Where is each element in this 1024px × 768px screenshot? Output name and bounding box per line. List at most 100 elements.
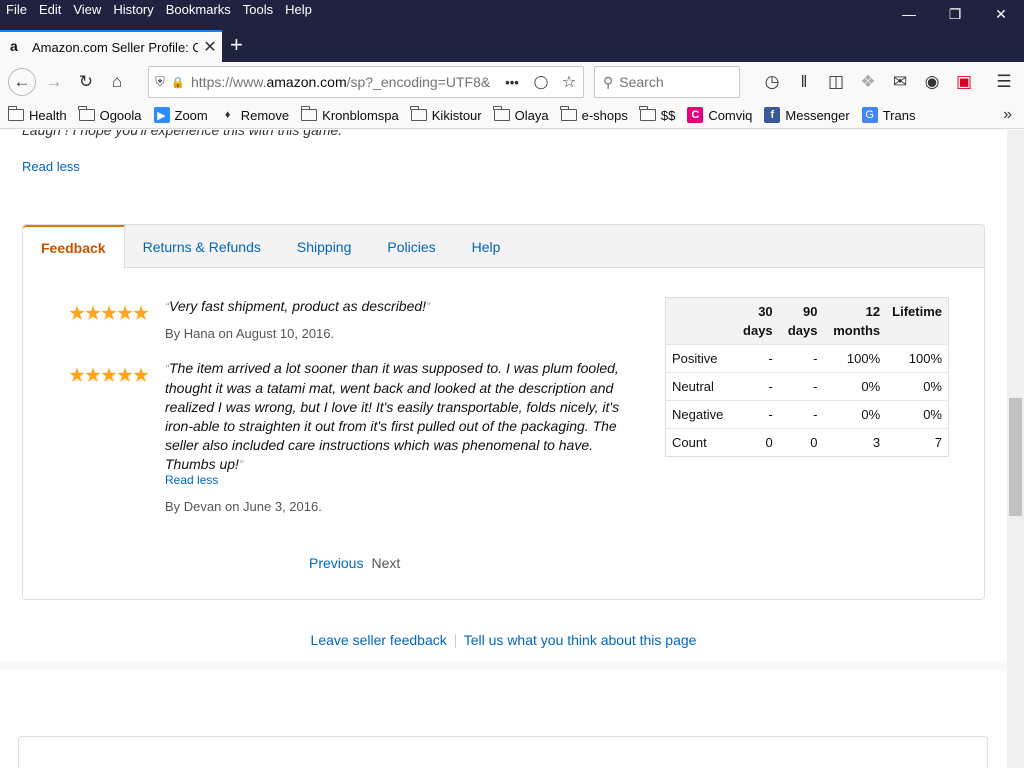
- row-label: Count: [665, 428, 734, 457]
- minimize-icon[interactable]: —: [886, 0, 932, 28]
- page-feedback-link[interactable]: Tell us what you think about this page: [464, 632, 697, 648]
- previous-page-link[interactable]: Previous: [309, 555, 363, 571]
- star-icon: [101, 305, 117, 321]
- bookmark-e-shops[interactable]: e-shops: [560, 106, 628, 123]
- footer-links: Leave seller feedback Tell us what you th…: [0, 632, 1007, 649]
- url-bar[interactable]: ⛨ 🔒 https://www.amazon.com/sp?_encoding=…: [148, 66, 584, 98]
- search-input[interactable]: ⚲ Search: [594, 66, 740, 98]
- menu-history[interactable]: History: [107, 0, 159, 22]
- bookmark-kronblomspa[interactable]: Kronblomspa: [300, 106, 399, 123]
- hamburger-menu-icon[interactable]: ☰: [992, 70, 1016, 94]
- feedback-ratings-table: 30 days 90 days 12 months Lifetime Posit…: [665, 297, 949, 457]
- bookmark-star-icon[interactable]: ☆: [555, 72, 583, 92]
- table-header: 30 days: [733, 297, 779, 345]
- tab-feedback[interactable]: Feedback: [23, 225, 125, 269]
- folder-icon: [560, 106, 577, 121]
- back-icon[interactable]: ←: [8, 68, 36, 96]
- scrollbar-thumb[interactable]: [1009, 398, 1022, 516]
- menu-file[interactable]: File: [0, 0, 33, 22]
- menu-edit[interactable]: Edit: [33, 0, 67, 22]
- table-cell: -: [733, 344, 779, 373]
- table-cell: -: [778, 344, 824, 373]
- url-text[interactable]: https://www.amazon.com/sp?_encoding=UTF8…: [185, 74, 497, 90]
- table-cell: -: [733, 400, 779, 429]
- mail-icon[interactable]: ✉: [888, 70, 912, 94]
- menu-tools[interactable]: Tools: [237, 0, 279, 22]
- bookmarks-overflow-icon[interactable]: »: [1003, 106, 1012, 124]
- bookmark-health[interactable]: Health: [7, 106, 67, 123]
- scrollbar[interactable]: [1007, 130, 1024, 768]
- row-label: Negative: [665, 400, 734, 429]
- star-icon: [69, 367, 85, 383]
- pagination: Previous Next: [309, 555, 400, 571]
- account-icon[interactable]: ◉: [920, 70, 944, 94]
- folder-icon: [300, 106, 318, 121]
- bookmark-zoom[interactable]: ▶ Zoom: [153, 107, 208, 123]
- star-icon: [133, 305, 149, 321]
- star-icon: [117, 367, 133, 383]
- facebook-icon: f: [764, 107, 781, 123]
- bookmark-money[interactable]: $$: [639, 106, 675, 123]
- leave-seller-feedback-link[interactable]: Leave seller feedback: [311, 632, 447, 648]
- menu-view[interactable]: View: [67, 0, 107, 22]
- page-content: Laugh ! I hope you'll experience this wi…: [0, 130, 1024, 768]
- table-row: Count 0 0 3 7: [665, 428, 949, 457]
- bookmark-ogoola[interactable]: Ogoola: [78, 106, 142, 123]
- bookmark-remove[interactable]: ♦ Remove: [220, 107, 289, 123]
- close-tab-icon[interactable]: ✕: [198, 37, 222, 57]
- window-titlebar: File Edit View History Bookmarks Tools H…: [0, 0, 1024, 30]
- row-label: Positive: [665, 344, 734, 373]
- comviq-icon: C: [687, 107, 704, 123]
- tab-shipping[interactable]: Shipping: [279, 225, 370, 268]
- pocket-extension-icon[interactable]: ▣: [952, 70, 976, 94]
- lock-icon[interactable]: 🔒: [171, 76, 185, 89]
- feedback-item: “Very fast shipment, product as describe…: [69, 297, 649, 347]
- tab-returns-refunds[interactable]: Returns & Refunds: [125, 225, 279, 268]
- forward-icon[interactable]: →: [42, 70, 66, 94]
- window-controls: — ❐ ✕: [886, 0, 1024, 28]
- star-icon: [85, 305, 101, 321]
- bookmark-comviq[interactable]: C Comviq: [687, 107, 752, 123]
- bookmark-trans[interactable]: G Trans: [861, 107, 915, 123]
- table-row: Positive - - 100% 100%: [665, 344, 949, 373]
- bookmark-messenger[interactable]: f Messenger: [764, 107, 850, 123]
- search-placeholder: Search: [619, 74, 664, 90]
- sidebar-icon[interactable]: ◫: [824, 70, 848, 94]
- menu-help[interactable]: Help: [279, 0, 318, 22]
- close-icon[interactable]: ✕: [978, 0, 1024, 28]
- divider: [0, 660, 1007, 672]
- zoom-icon: ▶: [153, 107, 170, 123]
- tab-policies[interactable]: Policies: [369, 225, 453, 268]
- reload-icon[interactable]: ↻: [74, 70, 98, 94]
- pocket-icon[interactable]: ◯: [527, 74, 555, 90]
- search-icon: ⚲: [603, 73, 614, 90]
- read-less-link[interactable]: Read less: [22, 159, 80, 174]
- feedback-text: “Very fast shipment, product as describe…: [165, 298, 431, 314]
- folder-icon: [493, 106, 510, 121]
- folder-icon: [78, 106, 95, 121]
- folder-icon: [7, 106, 24, 121]
- restore-icon[interactable]: ❐: [932, 0, 978, 28]
- menu-bookmarks[interactable]: Bookmarks: [160, 0, 237, 22]
- tab-help[interactable]: Help: [454, 225, 519, 268]
- folder-icon: [639, 106, 656, 121]
- table-cell: 100%: [823, 344, 887, 373]
- home-icon[interactable]: ⌂: [105, 70, 129, 94]
- extension-icon[interactable]: ❖: [856, 70, 880, 94]
- bottom-panel: [18, 736, 988, 768]
- read-less-link[interactable]: Read less: [165, 473, 218, 487]
- bookmark-olaya[interactable]: Olaya: [493, 106, 549, 123]
- shield-icon[interactable]: ⛨: [149, 74, 171, 90]
- star-rating: [69, 305, 149, 321]
- page-actions-icon[interactable]: •••: [497, 75, 527, 90]
- history-icon[interactable]: ◷: [760, 70, 784, 94]
- table-header-row: 30 days 90 days 12 months Lifetime: [665, 297, 949, 345]
- library-icon[interactable]: ‖: [792, 70, 816, 94]
- table-cell: -: [778, 372, 824, 401]
- table-cell: 7: [886, 428, 949, 457]
- feedback-author: By Devan on June 3, 2016.: [165, 499, 322, 514]
- seller-tabs: Feedback Returns & Refunds Shipping Poli…: [23, 225, 984, 269]
- bookmark-kikistour[interactable]: Kikistour: [410, 106, 482, 123]
- browser-tab[interactable]: a Amazon.com Seller Profile: Olaya ✕: [0, 30, 222, 62]
- new-tab-icon[interactable]: +: [230, 34, 243, 56]
